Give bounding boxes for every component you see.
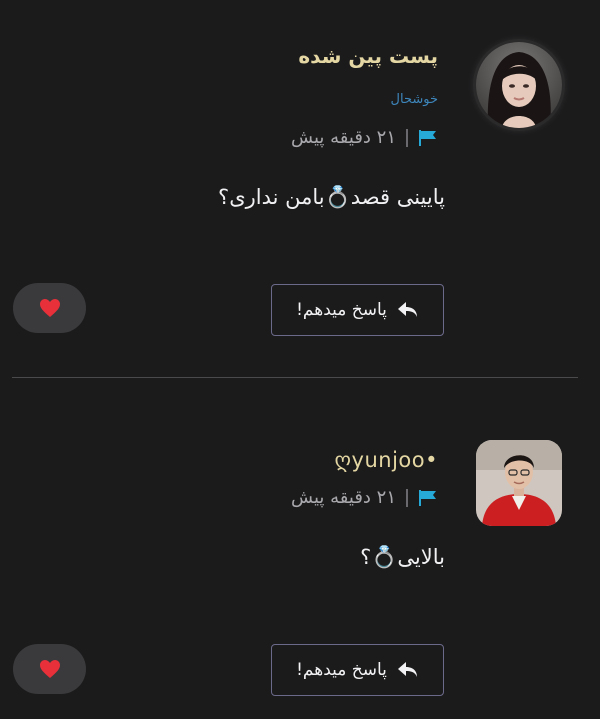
flag-icon[interactable] xyxy=(418,129,438,147)
post-body: پایینی قصد💍بامن نداری؟ xyxy=(218,185,445,209)
like-button[interactable] xyxy=(13,283,86,333)
post-divider xyxy=(12,377,578,378)
post-time: ۲۱ دقیقه پیش xyxy=(291,487,396,508)
username[interactable]: پست پین شده xyxy=(298,44,438,68)
avatar[interactable] xyxy=(476,440,562,526)
reply-button[interactable]: پاسخ میدهم! xyxy=(271,644,444,696)
reply-button[interactable]: پاسخ میدهم! xyxy=(271,284,444,336)
flag-icon[interactable] xyxy=(418,489,438,507)
reply-label: پاسخ میدهم! xyxy=(296,660,387,680)
comments-feed: پست پین شده خوشحال ۲۱ دقیقه پیش پایینی ق… xyxy=(0,0,600,719)
username[interactable]: •ღyunjoo xyxy=(335,448,438,472)
separator xyxy=(406,488,408,507)
reply-arrow-icon xyxy=(397,302,417,317)
avatar[interactable] xyxy=(476,42,562,128)
heart-icon xyxy=(39,299,60,317)
post-body: بالایی💍؟ xyxy=(360,545,445,569)
separator xyxy=(406,128,408,147)
reply-label: پاسخ میدهم! xyxy=(296,300,387,320)
post-meta: ۲۱ دقیقه پیش xyxy=(291,127,438,148)
heart-icon xyxy=(39,660,60,678)
like-button[interactable] xyxy=(13,644,86,694)
post-time: ۲۱ دقیقه پیش xyxy=(291,127,396,148)
post: •ღyunjoo ۲۱ دقیقه پیش بالایی💍؟ پاسخ میده… xyxy=(0,380,600,719)
post: پست پین شده خوشحال ۲۱ دقیقه پیش پایینی ق… xyxy=(0,0,600,340)
post-meta: ۲۱ دقیقه پیش xyxy=(291,487,438,508)
user-flair: خوشحال xyxy=(390,92,438,107)
reply-arrow-icon xyxy=(397,662,417,677)
